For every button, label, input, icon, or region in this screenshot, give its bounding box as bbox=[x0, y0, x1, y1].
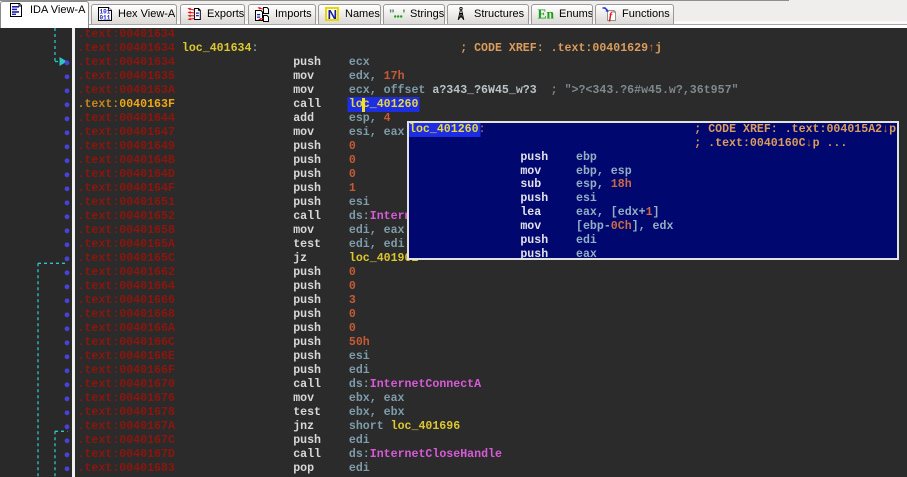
svg-text:011: 011 bbox=[100, 14, 111, 21]
svg-text:N: N bbox=[328, 6, 337, 21]
svg-text:": " bbox=[402, 7, 405, 21]
svg-text:En: En bbox=[538, 6, 555, 21]
svg-text:": " bbox=[389, 7, 395, 21]
